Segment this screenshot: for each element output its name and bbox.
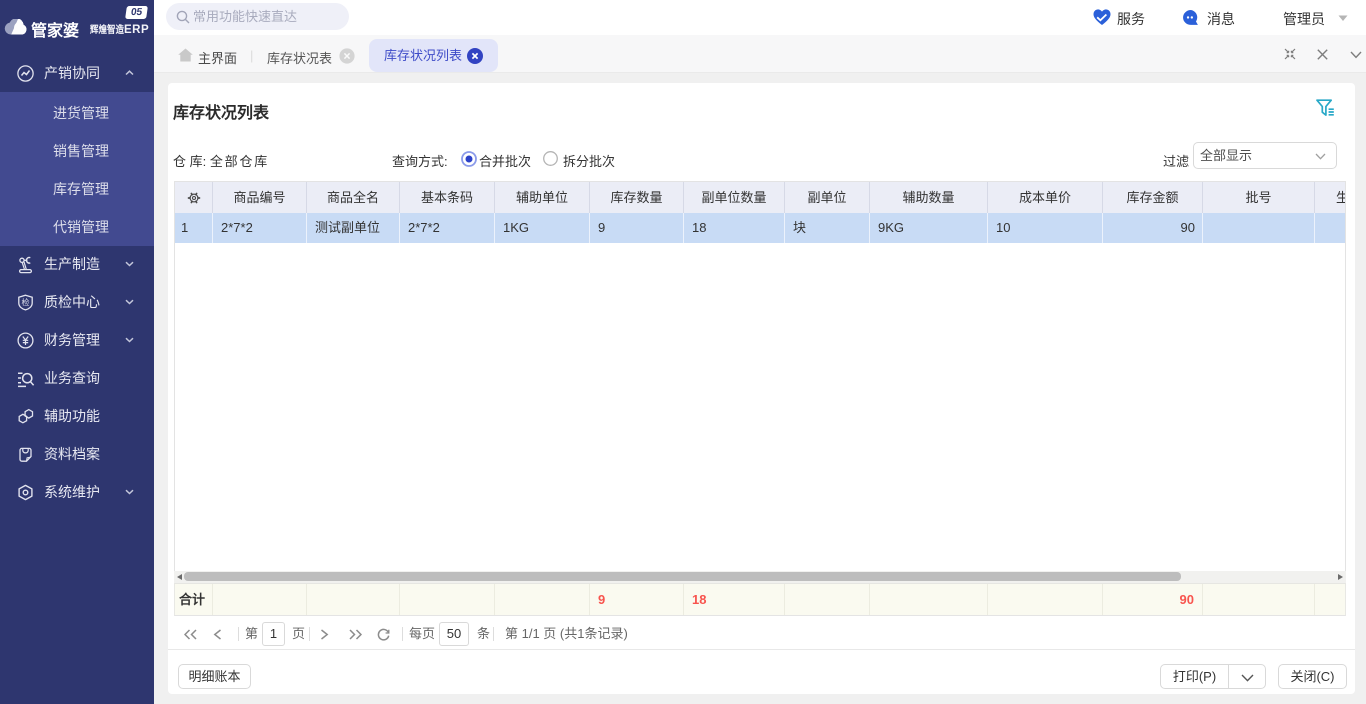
svg-text:检: 检 xyxy=(22,297,30,307)
